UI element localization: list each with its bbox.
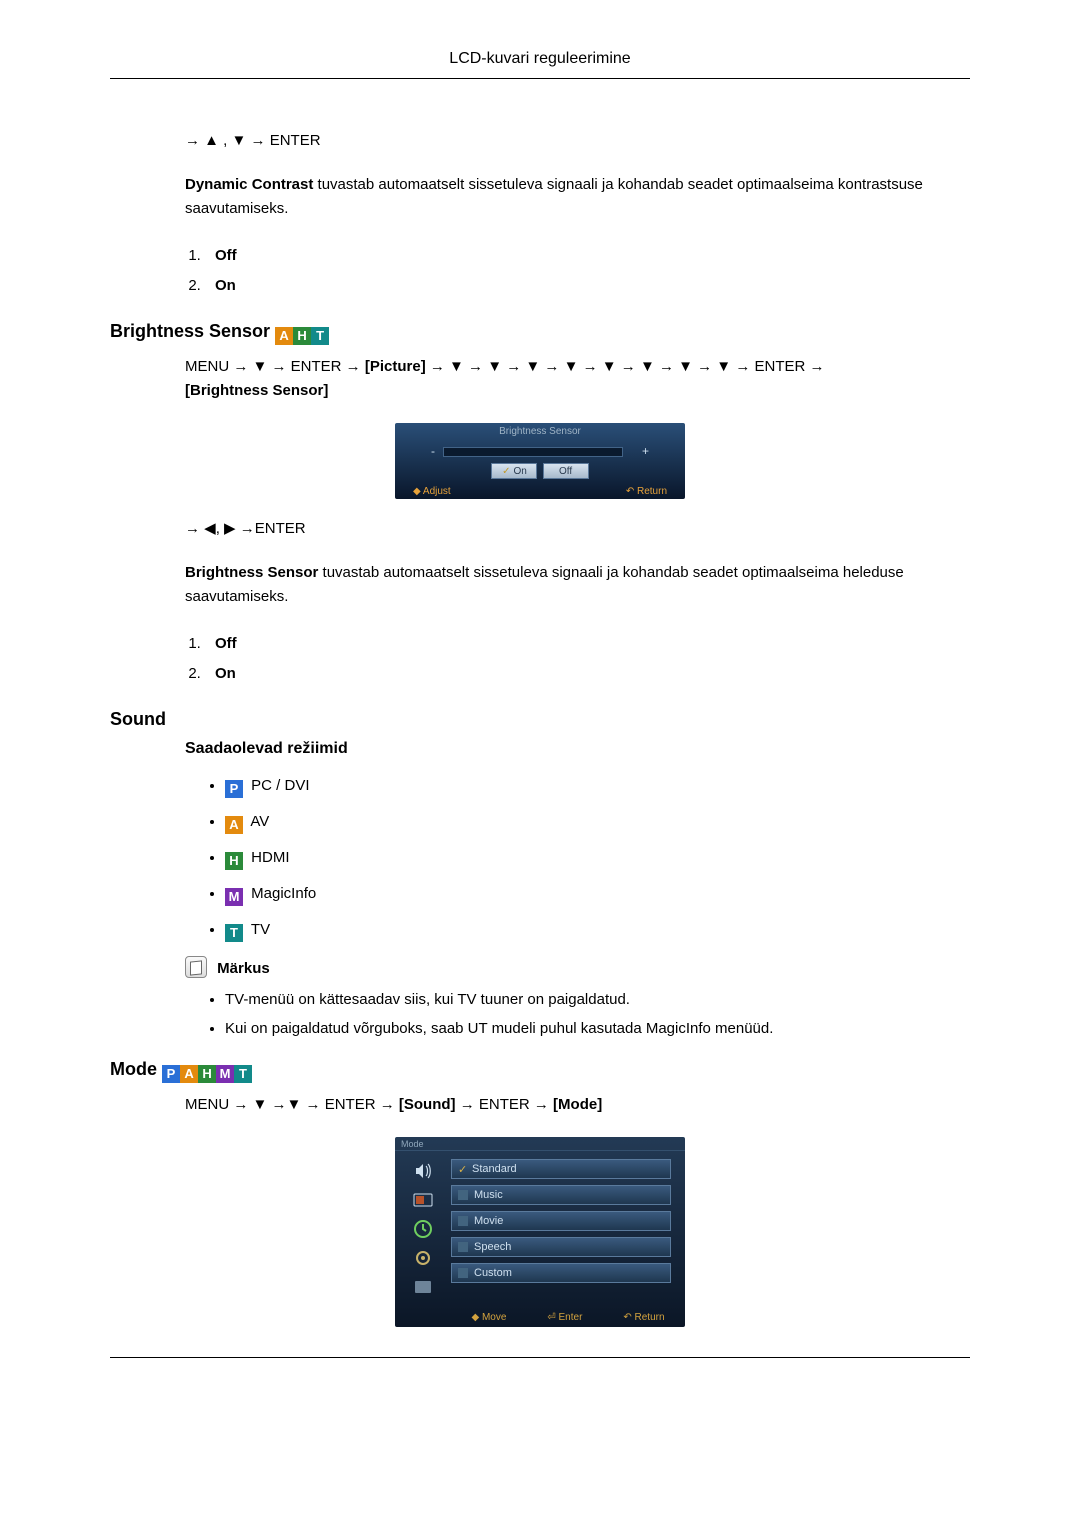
bs-osd-return: ↶ Return (626, 486, 667, 497)
dc-nav: → ▲ , ▼ → ENTER (185, 129, 970, 153)
badge-p-icon: P (162, 1065, 180, 1083)
bs-osd-minus: - (431, 444, 435, 458)
badge-t-icon: T (225, 924, 243, 942)
bs-osd-off-button[interactable]: Off (543, 463, 589, 479)
badge-a-icon: A (180, 1065, 198, 1083)
note-icon (185, 956, 207, 978)
bs-nav-picture: [Picture] (365, 358, 426, 375)
mode-row-standard[interactable]: Standard (451, 1159, 671, 1179)
badge-t-icon: T (311, 327, 329, 345)
dc-term: Dynamic Contrast (185, 176, 313, 193)
note-heading: Märkus (185, 956, 970, 978)
bs-heading: Brightness Sensor AHT (110, 321, 970, 345)
mode-osd-title: Mode (395, 1137, 685, 1151)
dc-off: Off (215, 247, 237, 264)
dc-on: On (215, 277, 236, 294)
bs-nav: MENU → ▼ → ENTER → [Picture] → ▼ → ▼ → ▼… (185, 355, 970, 403)
mode-osd-footer: ◆ Move ⏎ Enter ↶ Return (451, 1312, 685, 1323)
badge-h-icon: H (198, 1065, 216, 1083)
mode-pc: P PC / DVI (225, 768, 970, 804)
bs-off: Off (215, 635, 237, 652)
mode-osd-return: ↶ Return (623, 1312, 664, 1323)
input-tab-icon[interactable] (411, 1188, 435, 1212)
bs-term: Brightness Sensor (185, 564, 318, 581)
mode-osd-list: Standard Music Movie Speech Custom (451, 1151, 685, 1307)
bs-on: On (215, 665, 236, 682)
note-label: Märkus (217, 960, 270, 977)
mode-heading-text: Mode (110, 1059, 157, 1079)
sound-sub: Saadaolevad režiimid (185, 740, 970, 758)
sound-modes: P PC / DVI A AV H HDMI M MagicInfo T TV (225, 768, 970, 948)
misc-tab-icon[interactable] (411, 1275, 435, 1299)
bs-desc: Brightness Sensor tuvastab automaatselt … (185, 561, 970, 609)
dc-options: Off On (205, 241, 970, 301)
mode-nav-sound: [Sound] (399, 1096, 456, 1113)
page-header: LCD-kuvari reguleerimine (110, 50, 970, 78)
badge-m-icon: M (225, 888, 243, 906)
badge-a-icon: A (275, 327, 293, 345)
badge-h-icon: H (225, 852, 243, 870)
bs-nav-1: MENU → ▼ → ENTER → (185, 358, 365, 375)
mode-heading: Mode PAHMT (110, 1059, 970, 1083)
note-1: TV-menüü on kättesaadav siis, kui TV tuu… (225, 986, 970, 1015)
mode-row-speech[interactable]: Speech (451, 1237, 671, 1257)
note-list: TV-menüü on kättesaadav siis, kui TV tuu… (225, 986, 970, 1043)
mode-row-movie[interactable]: Movie (451, 1211, 671, 1231)
badge-m-icon: M (216, 1065, 234, 1083)
mode-osd-move: ◆ Move (471, 1312, 506, 1323)
setup-tab-icon[interactable] (411, 1246, 435, 1270)
badge-a-icon: A (225, 816, 243, 834)
mode-nav-1: MENU → ▼ →▼ → ENTER → (185, 1096, 399, 1113)
rule-top (110, 78, 970, 79)
sound-tab-icon[interactable] (411, 1159, 435, 1183)
note-2: Kui on paigaldatud võrguboks, saab UT mu… (225, 1015, 970, 1044)
dc-desc: Dynamic Contrast tuvastab automaatselt s… (185, 173, 970, 221)
mode-osd-enter: ⏎ Enter (547, 1312, 582, 1323)
bs-osd-adjust: ◆ Adjust (413, 486, 451, 497)
mode-tv: T TV (225, 912, 970, 948)
mode-nav-target: [Mode] (553, 1096, 602, 1113)
mode-nav-2: → ENTER → (456, 1096, 554, 1113)
mode-row-custom[interactable]: Custom (451, 1263, 671, 1283)
badge-p-icon: P (225, 780, 243, 798)
mode-hdmi: H HDMI (225, 840, 970, 876)
mode-magicinfo: M MagicInfo (225, 876, 970, 912)
mode-nav: MENU → ▼ →▼ → ENTER → [Sound] → ENTER → … (185, 1093, 970, 1117)
bs-nav-target: [Brightness Sensor] (185, 382, 328, 399)
bs-options: Off On (205, 629, 970, 689)
bs-osd-bar (443, 447, 623, 457)
bs-osd-on-button[interactable]: ✓On (491, 463, 537, 479)
bs-osd-plus: + (642, 444, 649, 458)
time-tab-icon[interactable] (411, 1217, 435, 1241)
mode-row-music[interactable]: Music (451, 1185, 671, 1205)
mode-av: A AV (225, 804, 970, 840)
sound-heading: Sound (110, 709, 970, 730)
bs-nav-2: → ▼ → ▼ → ▼ → ▼ → ▼ → ▼ → ▼ → ▼ → ENTER … (426, 358, 825, 375)
badge-t-icon: T (234, 1065, 252, 1083)
mode-osd: Mode Standard (395, 1137, 685, 1327)
bs-osd-title: Brightness Sensor (395, 423, 685, 437)
rule-bottom (110, 1357, 970, 1358)
bs-heading-text: Brightness Sensor (110, 321, 270, 341)
mode-osd-sidebar (395, 1151, 451, 1307)
badge-h-icon: H (293, 327, 311, 345)
bs-nav3: → ◀, ▶ →ENTER (185, 517, 970, 541)
bs-osd: Brightness Sensor - + ✓On Off ◆ Adjust ↶… (395, 423, 685, 499)
